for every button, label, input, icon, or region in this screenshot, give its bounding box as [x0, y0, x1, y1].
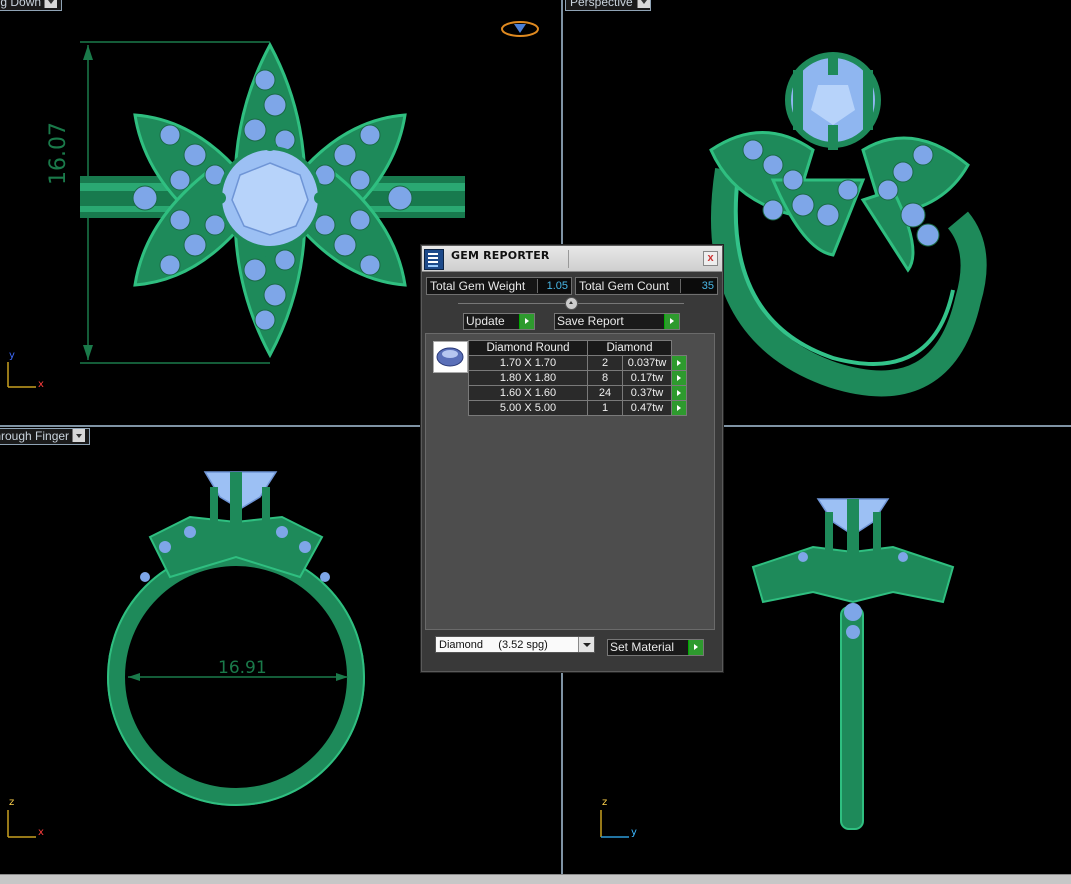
total-gem-weight: Total Gem Weight 1.05 [426, 277, 572, 295]
set-material-button-label: Set Material [610, 640, 675, 654]
gem-count: 8 [587, 370, 623, 386]
gem-count: 1 [587, 400, 623, 416]
material-select-value: Diamond (3.52 spg) [439, 639, 548, 651]
gem-weight: 0.47tw [622, 400, 672, 416]
axis-x-label: x [38, 379, 44, 390]
gem-report-icon [424, 249, 444, 270]
panel-title: GEM REPORTER [451, 249, 550, 262]
update-button[interactable]: Update [463, 313, 535, 330]
gem-weight: 0.17tw [622, 370, 672, 386]
set-material-button[interactable]: Set Material [607, 639, 704, 656]
play-arrow-icon [664, 314, 679, 329]
total-gem-weight-value: 1.05 [537, 279, 571, 293]
total-gem-count: Total Gem Count 35 [575, 277, 718, 295]
gem-count: 2 [587, 355, 623, 371]
axis-y-label: y [631, 827, 637, 838]
dimension-height: 16.07 [46, 122, 71, 185]
save-report-button-label: Save Report [557, 314, 624, 328]
total-gem-count-label: Total Gem Count [579, 279, 670, 293]
header-shape: Diamond Round [468, 340, 588, 356]
axis-z-label: z [9, 797, 15, 808]
header-material: Diamond [587, 340, 672, 356]
collapse-toggle-icon[interactable] [565, 297, 578, 310]
update-button-label: Update [466, 314, 505, 328]
chevron-down-icon[interactable] [578, 637, 594, 652]
gem-size: 5.00 X 5.00 [468, 400, 588, 416]
save-report-button[interactable]: Save Report [554, 313, 680, 330]
title-divider [568, 250, 569, 268]
gem-size: 1.70 X 1.70 [468, 355, 588, 371]
gem-count: 24 [587, 385, 623, 401]
ring-orientation-icon [501, 21, 539, 37]
table-row[interactable]: 1.80 X 1.80 8 0.17tw [468, 370, 687, 386]
play-arrow-icon [688, 640, 703, 655]
panel-titlebar[interactable]: GEM REPORTER x [422, 246, 722, 272]
table-row[interactable]: 1.70 X 1.70 2 0.037tw [468, 355, 687, 371]
dimension-inner-diameter: 16.91 [218, 658, 267, 678]
total-gem-count-value: 35 [680, 279, 717, 293]
select-gem-button[interactable] [671, 400, 687, 416]
gem-weight: 0.37tw [622, 385, 672, 401]
axis-y-label: y [9, 350, 15, 361]
gem-size: 1.80 X 1.80 [468, 370, 588, 386]
close-button[interactable]: x [703, 251, 718, 266]
gem-weight: 0.037tw [622, 355, 672, 371]
gem-reporter-panel[interactable]: GEM REPORTER x Total Gem Weight 1.05 Tot… [421, 245, 723, 672]
play-arrow-icon [519, 314, 534, 329]
axis-z-label: z [602, 797, 608, 808]
axis-x-label: x [38, 827, 44, 838]
gem-list: Diamond Round Diamond 1.70 X 1.70 2 0.03… [425, 333, 715, 630]
total-gem-weight-label: Total Gem Weight [430, 279, 526, 293]
diamond-round-thumbnail [433, 341, 468, 373]
material-select[interactable]: Diamond (3.52 spg) [435, 636, 595, 653]
table-row[interactable]: 1.60 X 1.60 24 0.37tw [468, 385, 687, 401]
gem-size: 1.60 X 1.60 [468, 385, 588, 401]
select-gem-button[interactable] [671, 355, 687, 371]
gem-table: Diamond Round Diamond 1.70 X 1.70 2 0.03… [468, 340, 687, 416]
table-row[interactable]: 5.00 X 5.00 1 0.47tw [468, 400, 687, 416]
select-gem-button[interactable] [671, 370, 687, 386]
select-gem-button[interactable] [671, 385, 687, 401]
